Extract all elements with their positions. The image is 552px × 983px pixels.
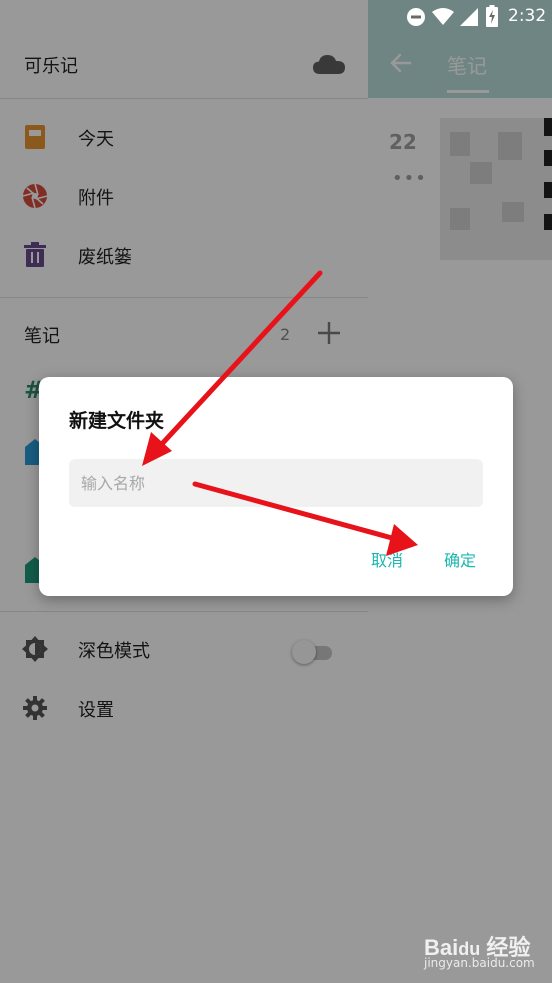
dialog-title: 新建文件夹 — [69, 410, 165, 432]
confirm-button[interactable]: 确定 — [444, 547, 476, 571]
cancel-button[interactable]: 取消 — [371, 547, 403, 571]
baidu-jingyan-watermark: Baidu 经验 jingyan.baidu.com — [424, 924, 548, 974]
battery-charging-icon — [486, 5, 498, 27]
dnd-icon — [407, 8, 425, 26]
watermark-url: jingyan.baidu.com — [424, 956, 535, 970]
folder-name-input[interactable] — [69, 459, 483, 507]
status-bar: 2:32 — [380, 2, 552, 30]
signal-icon — [460, 8, 478, 26]
status-time: 2:32 — [508, 6, 547, 26]
wifi-icon — [432, 8, 454, 25]
new-folder-dialog: 新建文件夹 取消 确定 — [39, 377, 513, 596]
